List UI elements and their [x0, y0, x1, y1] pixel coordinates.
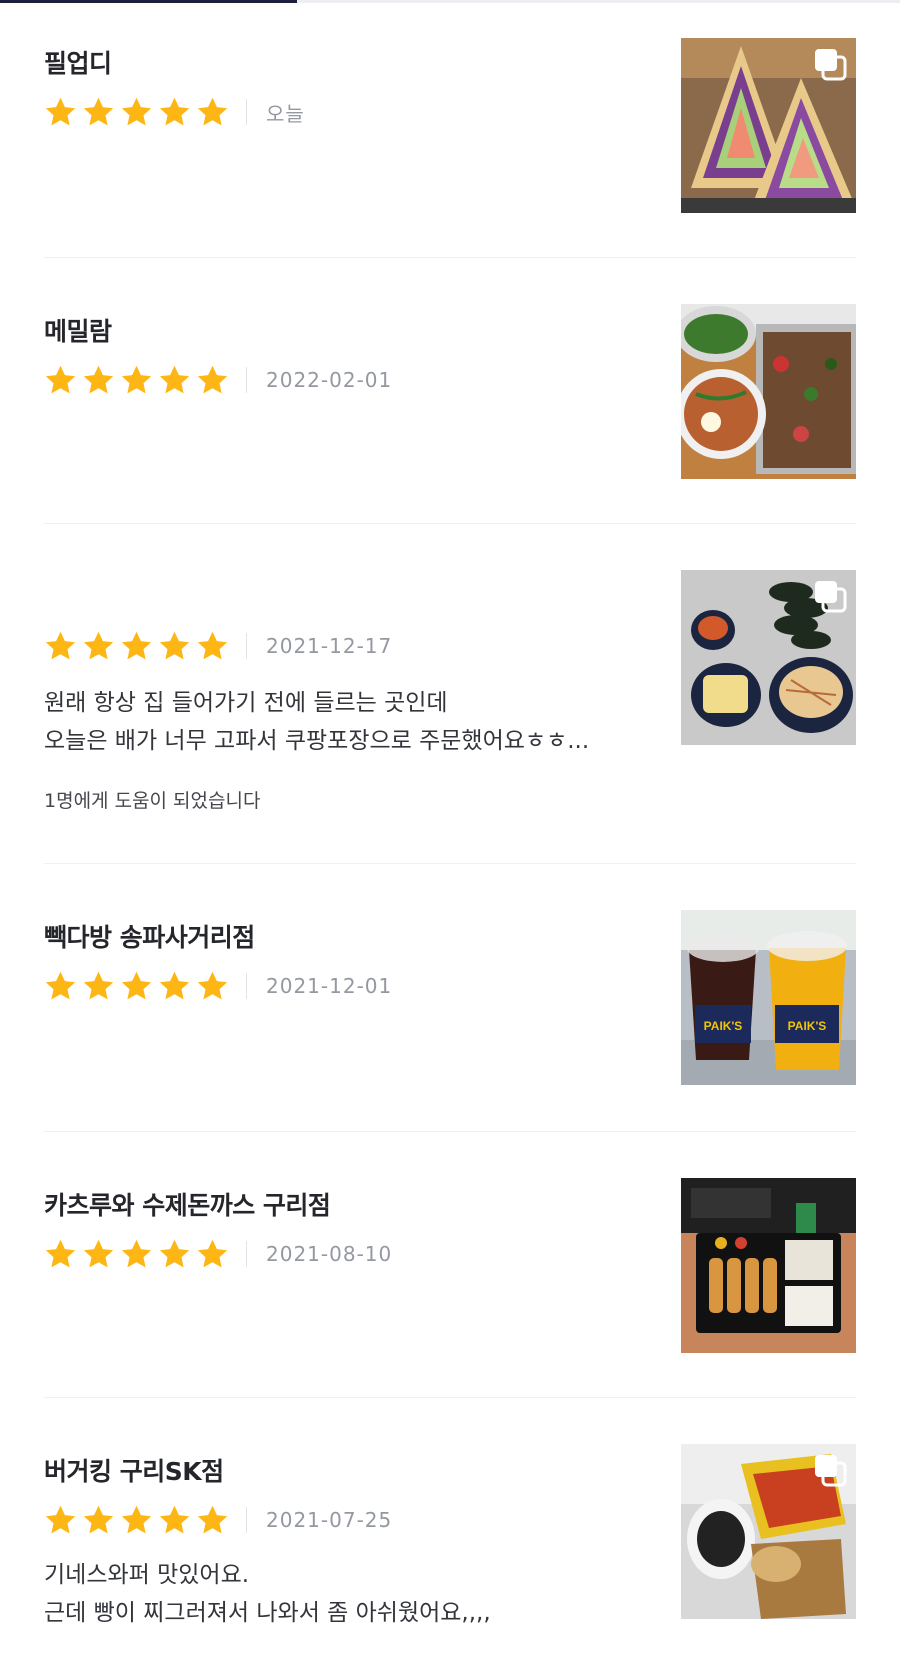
star-filled-icon [159, 971, 190, 999]
rating-row: 2021-07-25 [44, 1500, 392, 1540]
star-filled-icon [121, 631, 152, 659]
review-item: 2021-12-17 원래 항상 집 들어가기 전에 들르는 곳인데 오늘은 배… [44, 524, 856, 864]
star-filled-icon [83, 365, 114, 393]
star-rating [44, 630, 229, 663]
review-list-page: 필업디 오늘 메밀람 2022-02-01 2021-12-17 원래 항상 집… [0, 0, 900, 1678]
star-filled-icon [159, 1505, 190, 1533]
star-filled-icon [45, 1505, 76, 1533]
tonkatsu-bento-photo [681, 1178, 856, 1353]
star-filled-icon [83, 631, 114, 659]
review-photo[interactable] [681, 570, 856, 745]
star-filled-icon [121, 1239, 152, 1267]
rating-row: 2021-08-10 [44, 1234, 392, 1274]
store-name-link[interactable]: 카츠루와 수제돈까스 구리점 [44, 1186, 331, 1222]
multiple-photos-icon [815, 581, 847, 613]
review-photo[interactable] [681, 304, 856, 479]
review-item: 빽다방 송파사거리점 2021-12-01 PAIK'S PAIK'S [44, 864, 856, 1132]
rating-row: 2021-12-01 [44, 966, 392, 1006]
star-filled-icon [159, 631, 190, 659]
star-rating [44, 364, 229, 397]
review-photo[interactable] [681, 1178, 856, 1353]
star-filled-icon [45, 365, 76, 393]
star-filled-icon [197, 97, 228, 125]
star-filled-icon [45, 97, 76, 125]
star-filled-icon [197, 1505, 228, 1533]
rating-separator [246, 99, 247, 125]
star-filled-icon [197, 971, 228, 999]
rating-row: 2022-02-01 [44, 360, 392, 400]
review-date: 2022-02-01 [266, 368, 393, 392]
svg-text:PAIK'S: PAIK'S [788, 1019, 827, 1033]
review-photo[interactable] [681, 38, 856, 213]
store-name-link[interactable]: 버거킹 구리SK점 [44, 1452, 224, 1488]
star-rating [44, 1504, 229, 1537]
multiple-photos-icon [815, 1455, 847, 1487]
store-name-link[interactable]: 메밀람 [44, 312, 112, 348]
star-filled-icon [197, 1239, 228, 1267]
helpful-count: 1명에게 도움이 되었습니다 [44, 790, 261, 812]
star-filled-icon [159, 97, 190, 125]
review-photo[interactable] [681, 1444, 856, 1619]
review-item: 필업디 오늘 [44, 0, 856, 258]
svg-text:PAIK'S: PAIK'S [704, 1019, 743, 1033]
review-text: 기네스와퍼 맛있어요. 근데 빵이 찌그러져서 나와서 좀 아쉬웠어요,,,, [44, 1562, 491, 1626]
multiple-photos-icon [815, 49, 847, 81]
star-filled-icon [121, 971, 152, 999]
review-date: 2021-12-01 [266, 974, 393, 998]
review-date: 오늘 [266, 101, 305, 126]
review-date: 2021-08-10 [266, 1242, 393, 1266]
rating-separator [246, 1241, 247, 1267]
star-rating [44, 96, 229, 129]
star-filled-icon [83, 1239, 114, 1267]
rating-separator [246, 973, 247, 999]
star-filled-icon [83, 97, 114, 125]
paiks-drinks-photo: PAIK'S PAIK'S [681, 910, 856, 1085]
review-item: 카츠루와 수제돈까스 구리점 2021-08-10 [44, 1132, 856, 1398]
buckwheat-noodle-photo [681, 304, 856, 479]
star-filled-icon [159, 1239, 190, 1267]
star-filled-icon [45, 1239, 76, 1267]
star-rating [44, 970, 229, 1003]
star-filled-icon [45, 971, 76, 999]
star-filled-icon [83, 1505, 114, 1533]
star-filled-icon [121, 365, 152, 393]
rating-separator [246, 367, 247, 393]
star-rating [44, 1238, 229, 1271]
store-name-link[interactable]: 빽다방 송파사거리점 [44, 918, 255, 954]
review-item: 버거킹 구리SK점 2021-07-25 기네스와퍼 맛있어요. 근데 빵이 찌… [44, 1398, 856, 1678]
star-filled-icon [121, 1505, 152, 1533]
star-filled-icon [197, 631, 228, 659]
review-date: 2021-12-17 [266, 634, 393, 658]
star-filled-icon [197, 365, 228, 393]
star-filled-icon [121, 97, 152, 125]
review-photo[interactable]: PAIK'S PAIK'S [681, 910, 856, 1085]
star-filled-icon [83, 971, 114, 999]
rating-row: 2021-12-17 [44, 626, 392, 666]
star-filled-icon [45, 631, 76, 659]
rating-separator [246, 633, 247, 659]
review-date: 2021-07-25 [266, 1508, 393, 1532]
rating-separator [246, 1507, 247, 1533]
rating-row: 오늘 [44, 92, 305, 132]
store-name-link[interactable]: 필업디 [44, 44, 112, 80]
star-filled-icon [159, 365, 190, 393]
review-text: 원래 항상 집 들어가기 전에 들르는 곳인데 오늘은 배가 너무 고파서 쿠팡… [44, 690, 590, 754]
review-item: 메밀람 2022-02-01 [44, 258, 856, 524]
